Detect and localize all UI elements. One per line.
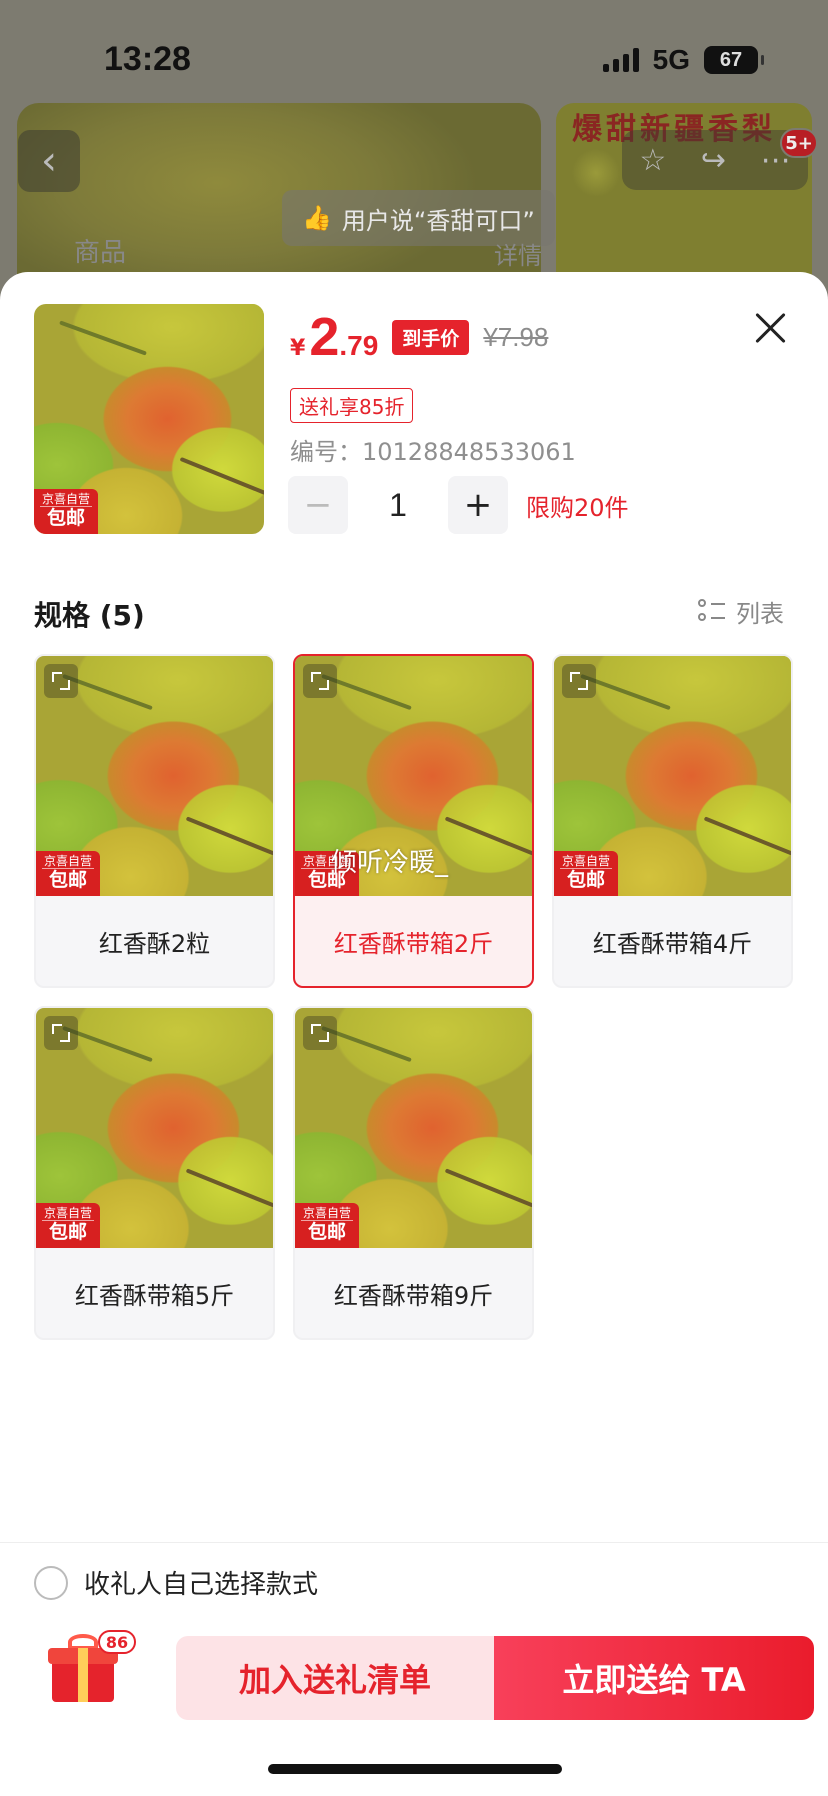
option-label: 红香酥带箱9斤: [333, 1281, 494, 1310]
spec-option[interactable]: 京喜自营 包邮 红香酥2粒: [34, 654, 275, 988]
share-icon[interactable]: ↪: [701, 143, 726, 178]
close-icon[interactable]: [750, 308, 790, 348]
spec-option[interactable]: 京喜自营 包邮 红香酥带箱5斤: [34, 1006, 275, 1340]
watermark-text: 倾听冷暖_: [331, 848, 449, 878]
chevron-left-icon: ‹: [41, 138, 57, 184]
price-row: ¥ 2 .79 到手价 ¥7.98: [290, 310, 548, 364]
radio-button[interactable]: [34, 1565, 68, 1600]
option-image: 京喜自营 包邮: [554, 656, 791, 896]
list-view-label: 列表: [736, 600, 784, 628]
free-shipping-badge: 京喜自营 包邮: [295, 1203, 359, 1248]
spec-option-selected[interactable]: 京喜自营 包邮 倾听冷暖_ 红香酥带箱2斤: [293, 654, 534, 988]
option-label: 红香酥带箱4斤: [592, 929, 753, 958]
free-shipping-badge: 京喜自营 包邮: [36, 1203, 100, 1248]
network-label: 5G: [652, 44, 690, 75]
background-page: 爆甜新疆香梨 13:28 5G 67 ‹ ☆ ↪ ⋯ 5+ 👍 用户说“香甜可口…: [0, 0, 828, 300]
list-icon: [698, 598, 726, 625]
option-label: 红香酥2粒: [98, 929, 211, 958]
add-to-gift-list-button[interactable]: 加入送礼清单: [176, 1636, 494, 1720]
expand-icon[interactable]: [44, 664, 78, 698]
product-thumbnail: 京喜自营 包邮: [34, 304, 264, 534]
action-buttons: 加入送礼清单 立即送给 TA: [176, 1636, 814, 1720]
thumbs-up-icon: 👍: [302, 204, 332, 232]
option-image: 京喜自营 包邮: [36, 656, 273, 896]
option-image: 京喜自营 包邮: [36, 1008, 273, 1248]
free-shipping-badge: 京喜自营 包邮: [36, 851, 100, 896]
final-price-tag: 到手价: [392, 319, 470, 355]
price-currency: ¥: [290, 336, 306, 361]
option-image: 京喜自营 包邮 倾听冷暖_: [295, 656, 532, 896]
recipient-choose-label: 收礼人自己选择款式: [84, 1570, 319, 1600]
expand-icon[interactable]: [44, 1016, 78, 1050]
price-decimal: .79: [339, 330, 379, 361]
review-text: 用户说“香甜可口”: [341, 206, 535, 235]
status-indicators: 5G 67: [602, 44, 764, 76]
free-shipping-badge: 京喜自营 包邮: [554, 851, 618, 896]
gift-discount-tag: 送礼享85折: [290, 388, 414, 423]
home-indicator: [268, 1764, 562, 1774]
expand-icon[interactable]: [303, 664, 337, 698]
tab-detail: 详情: [494, 242, 542, 270]
tab-product: 商品: [74, 238, 127, 268]
price-integer: 2: [309, 307, 340, 367]
decrease-button[interactable]: −: [288, 476, 348, 534]
spec-title: 规格 (5): [34, 599, 145, 632]
option-image: 京喜自营 包邮: [295, 1008, 532, 1248]
increase-button[interactable]: +: [448, 476, 508, 534]
option-label: 红香酥带箱5斤: [74, 1281, 235, 1310]
send-gift-button[interactable]: 立即送给 TA: [494, 1636, 814, 1720]
quantity-stepper: − 1 + 限购20件: [288, 476, 629, 534]
expand-icon[interactable]: [303, 1016, 337, 1050]
star-icon[interactable]: ☆: [639, 143, 666, 178]
spec-option[interactable]: 京喜自营 包邮 红香酥带箱4斤: [552, 654, 793, 988]
original-price: ¥7.98: [483, 321, 549, 352]
spec-options-grid: 京喜自营 包邮 红香酥2粒 京喜自营 包邮 倾听冷暖_ 红香酥带箱2斤 京喜自营 包邮…: [34, 654, 794, 1340]
expand-icon[interactable]: [562, 664, 596, 698]
spec-option[interactable]: 京喜自营 包邮 红香酥带箱9斤: [293, 1006, 534, 1340]
purchase-limit: 限购20件: [526, 493, 629, 522]
recipient-choose-option[interactable]: 收礼人自己选择款式: [34, 1564, 318, 1601]
free-shipping-badge: 京喜自营 包邮: [34, 489, 98, 534]
option-label: 红香酥带箱2斤: [333, 929, 494, 958]
back-button[interactable]: ‹: [18, 130, 80, 192]
battery-icon: 67: [704, 46, 764, 74]
quantity-value[interactable]: 1: [348, 487, 448, 524]
signal-icon: [602, 48, 639, 72]
status-time: 13:28: [104, 40, 191, 78]
cart-badge: 5+: [780, 128, 818, 158]
divider: [0, 1542, 828, 1543]
sku-number: 编号：10128848533061: [290, 438, 576, 466]
gift-count-badge: 86: [98, 1630, 136, 1654]
spec-selection-sheet: 京喜自营 包邮 ¥ 2 .79 到手价 ¥7.98 送礼享85折 编号：1012…: [0, 272, 828, 1796]
list-view-toggle[interactable]: 列表: [698, 594, 784, 629]
